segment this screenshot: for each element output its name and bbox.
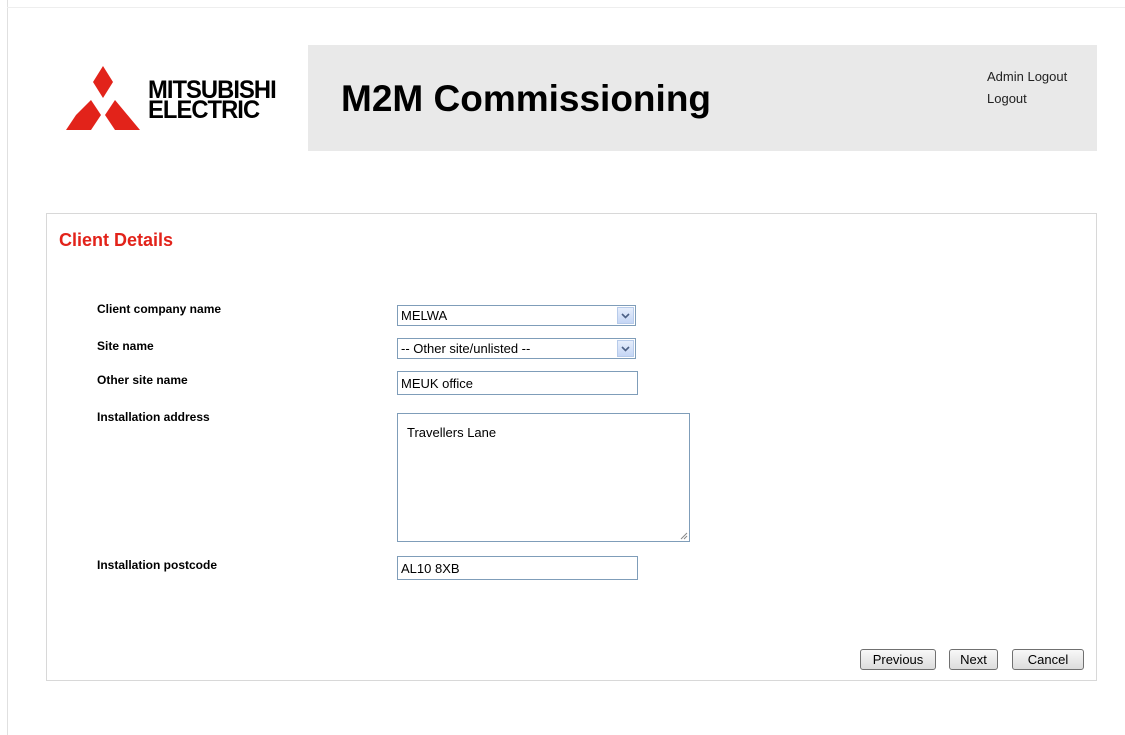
brand-logo: MITSUBISHI ELECTRIC xyxy=(46,45,308,151)
other-site-name-input[interactable]: MEUK office xyxy=(397,371,638,395)
resize-grip-icon[interactable] xyxy=(680,532,688,540)
admin-logout-link[interactable]: Admin Logout xyxy=(987,66,1067,88)
site-name-label: Site name xyxy=(97,339,154,353)
next-button[interactable]: Next xyxy=(949,649,998,670)
page-left-border xyxy=(7,0,8,735)
site-name-select[interactable]: -- Other site/unlisted -- xyxy=(397,338,636,359)
installation-postcode-input[interactable]: AL10 8XB xyxy=(397,556,638,580)
panel-title: Client Details xyxy=(59,230,174,250)
client-company-name-label: Client company name xyxy=(97,302,222,316)
header-links: Admin Logout Logout xyxy=(987,66,1067,110)
other-site-name-label: Other site name xyxy=(97,373,188,387)
chevron-down-icon[interactable] xyxy=(617,307,634,324)
installation-address-textarea[interactable]: Travellers Lane xyxy=(397,413,690,542)
installation-postcode-label: Installation postcode xyxy=(97,558,218,572)
installation-address-value: Travellers Lane xyxy=(407,425,497,440)
page-top-border xyxy=(7,7,1125,8)
client-company-name-select[interactable]: MELWA xyxy=(397,305,636,326)
cancel-button[interactable]: Cancel xyxy=(1012,649,1084,670)
client-details-panel: Client Details Client company name MELWA… xyxy=(46,213,1097,681)
chevron-down-icon[interactable] xyxy=(617,340,634,357)
brand-wordmark: MITSUBISHI ELECTRIC xyxy=(148,78,277,124)
app-title: M2M Commissioning xyxy=(341,78,712,119)
installation-address-label: Installation address xyxy=(97,410,210,424)
logout-link[interactable]: Logout xyxy=(987,88,1067,110)
previous-button[interactable]: Previous xyxy=(860,649,936,670)
brand-wordmark-line2: ELECTRIC xyxy=(148,96,260,124)
site-name-value: -- Other site/unlisted -- xyxy=(401,341,531,356)
three-diamonds-logo-icon xyxy=(66,66,140,130)
client-company-name-value: MELWA xyxy=(401,308,448,323)
page-header: MITSUBISHI ELECTRIC M2M Commissioning Ad… xyxy=(46,45,1097,151)
